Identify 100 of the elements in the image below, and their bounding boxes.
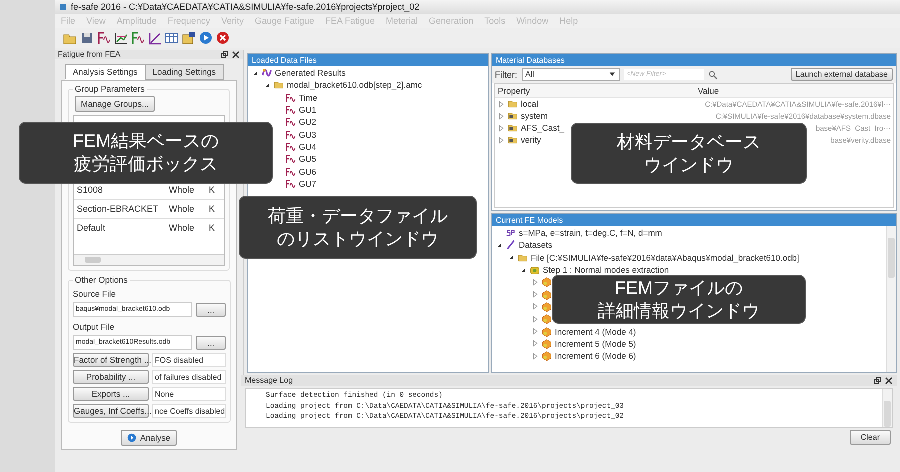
tree-item[interactable]: Increment 4 (Mode 4) [555,326,636,337]
expanded-triangle-icon[interactable] [508,254,515,262]
group-label: Group Parameters [74,84,146,94]
callout-text: ウインドウ [643,154,735,176]
tree-item[interactable]: GU6 [299,166,316,177]
expanded-triangle-icon[interactable] [496,242,503,249]
tree-item[interactable]: Generated Results [275,68,346,78]
panel-title: Loaded Data Files [248,54,488,66]
collapsed-triangle-icon[interactable] [532,291,539,298]
chart-icon[interactable] [114,31,128,45]
field-label: Output File [73,321,116,332]
filter-label: Filter: [495,70,518,80]
expanded-triangle-icon[interactable] [520,266,527,274]
close-icon[interactable] [232,50,240,58]
cube-icon [542,338,552,349]
collapsed-triangle-icon[interactable] [532,352,539,360]
tree-item[interactable]: system [521,111,548,121]
collapsed-triangle-icon[interactable] [498,112,505,120]
undock-icon[interactable] [221,50,229,58]
table-icon[interactable] [165,31,179,45]
cube-icon [542,314,552,324]
locked-folder-icon [508,123,518,133]
clear-button[interactable]: Clear [850,430,891,445]
folder-icon[interactable] [182,31,196,45]
play-icon[interactable] [199,31,213,45]
launch-database-button[interactable]: Launch external database [790,68,893,81]
expanded-triangle-icon[interactable] [252,70,259,77]
tree-item[interactable]: s=MPa, e=strain, t=deg.C, f=N, d=mm [519,228,662,238]
window-title: fe-safe 2016 - C:¥Data¥CAEDATA¥CATIA&SIMULIA¥fe-safe.2016¥projects¥project_02 [71,2,420,12]
tree-item[interactable]: GU3 [299,130,316,140]
locked-folder-icon [508,135,518,145]
tree-item[interactable]: Step 1 : Normal modes extraction [543,265,670,276]
tree-item[interactable]: Time [299,92,318,103]
browse-button[interactable]: ... [196,336,226,350]
analyse-button[interactable]: Analyse [121,430,177,446]
collapsed-triangle-icon[interactable] [498,124,505,132]
tree-item[interactable]: File [C:¥SIMULIA¥fe-safe¥2016¥data¥Abaqus¥modal_bracket610.odb] [531,252,800,263]
collapsed-triangle-icon[interactable] [532,278,539,286]
scrollbar[interactable] [882,389,892,427]
undock-icon[interactable] [874,376,882,384]
app-icon [59,3,67,11]
tree-item[interactable]: GU7 [299,178,316,189]
tree-item[interactable]: verity [521,135,542,145]
tree-item[interactable]: Datasets [519,240,553,250]
table-cell-text: K [208,223,216,233]
table-cell-text: K [208,204,216,214]
folder-icon [518,252,528,263]
option-button[interactable]: Factor of Strength ... [73,353,149,367]
cube-icon [542,277,552,288]
browse-button[interactable]: ... [196,302,226,316]
table-cell-text: S1008 [76,185,104,195]
caret-icon [608,71,616,78]
option-button[interactable]: Gauges, Inf Coeffs... [73,404,149,418]
cube-icon [542,351,552,362]
collapsed-triangle-icon[interactable] [532,328,539,336]
panel-title: Fatigue from FEA [58,50,122,59]
tree-item[interactable]: modal_bracket610.odb[step_2].amc [287,80,422,90]
option-button[interactable]: Probability ... [73,370,149,384]
signal-icon [286,154,296,164]
table-cell-text: K [208,185,216,195]
signal-icon [286,142,296,152]
tree-item[interactable]: AFS_Cast_ [521,123,564,133]
table-cell-text: Section-EBRACKET [76,204,160,214]
table-cell-text: Whole [168,185,196,195]
collapsed-triangle-icon[interactable] [498,136,505,144]
horizontal-scrollbar[interactable] [74,254,224,265]
signal-icon[interactable] [97,31,111,45]
option-button[interactable]: Exports ... [73,387,149,401]
filter-dropdown[interactable]: All [522,68,620,81]
signal-icon [286,117,296,128]
callout-text: FEM結果ベースの [73,130,219,153]
manage-groups-button[interactable]: Manage Groups... [75,96,156,112]
search-icon[interactable] [708,70,718,80]
tree-item[interactable]: local [521,99,538,109]
tab[interactable]: Loading Settings [144,64,224,80]
save-icon[interactable] [80,31,94,45]
tree-item[interactable]: GU1 [299,105,316,116]
option-value-field: FOS disabled [152,353,226,367]
tree-item[interactable]: Increment 5 (Mode 5) [555,338,636,349]
tree-item[interactable]: GU5 [299,154,316,164]
tree-item[interactable]: Increment 6 (Mode 6) [555,351,636,362]
group-label: Other Options [74,275,129,285]
collapsed-triangle-icon[interactable] [498,100,505,108]
scrollbar[interactable] [886,226,896,372]
tree-item[interactable]: GU2 [299,117,316,128]
collapsed-triangle-icon[interactable] [532,316,539,323]
stop-icon[interactable] [216,31,230,45]
close-icon[interactable] [885,376,893,384]
axes-icon[interactable] [148,31,162,45]
tree-item[interactable]: GU4 [299,142,316,152]
signal-icon [286,92,296,103]
signal-icon [286,130,296,140]
signal-icon[interactable] [131,31,145,45]
signal-icon [286,166,296,177]
callout-text: FEMファイルの [614,276,744,300]
expanded-triangle-icon[interactable] [264,82,271,89]
collapsed-triangle-icon[interactable] [532,303,539,310]
tab[interactable]: Analysis Settings [65,64,146,80]
units-icon [506,228,516,238]
collapsed-triangle-icon[interactable] [532,340,539,348]
